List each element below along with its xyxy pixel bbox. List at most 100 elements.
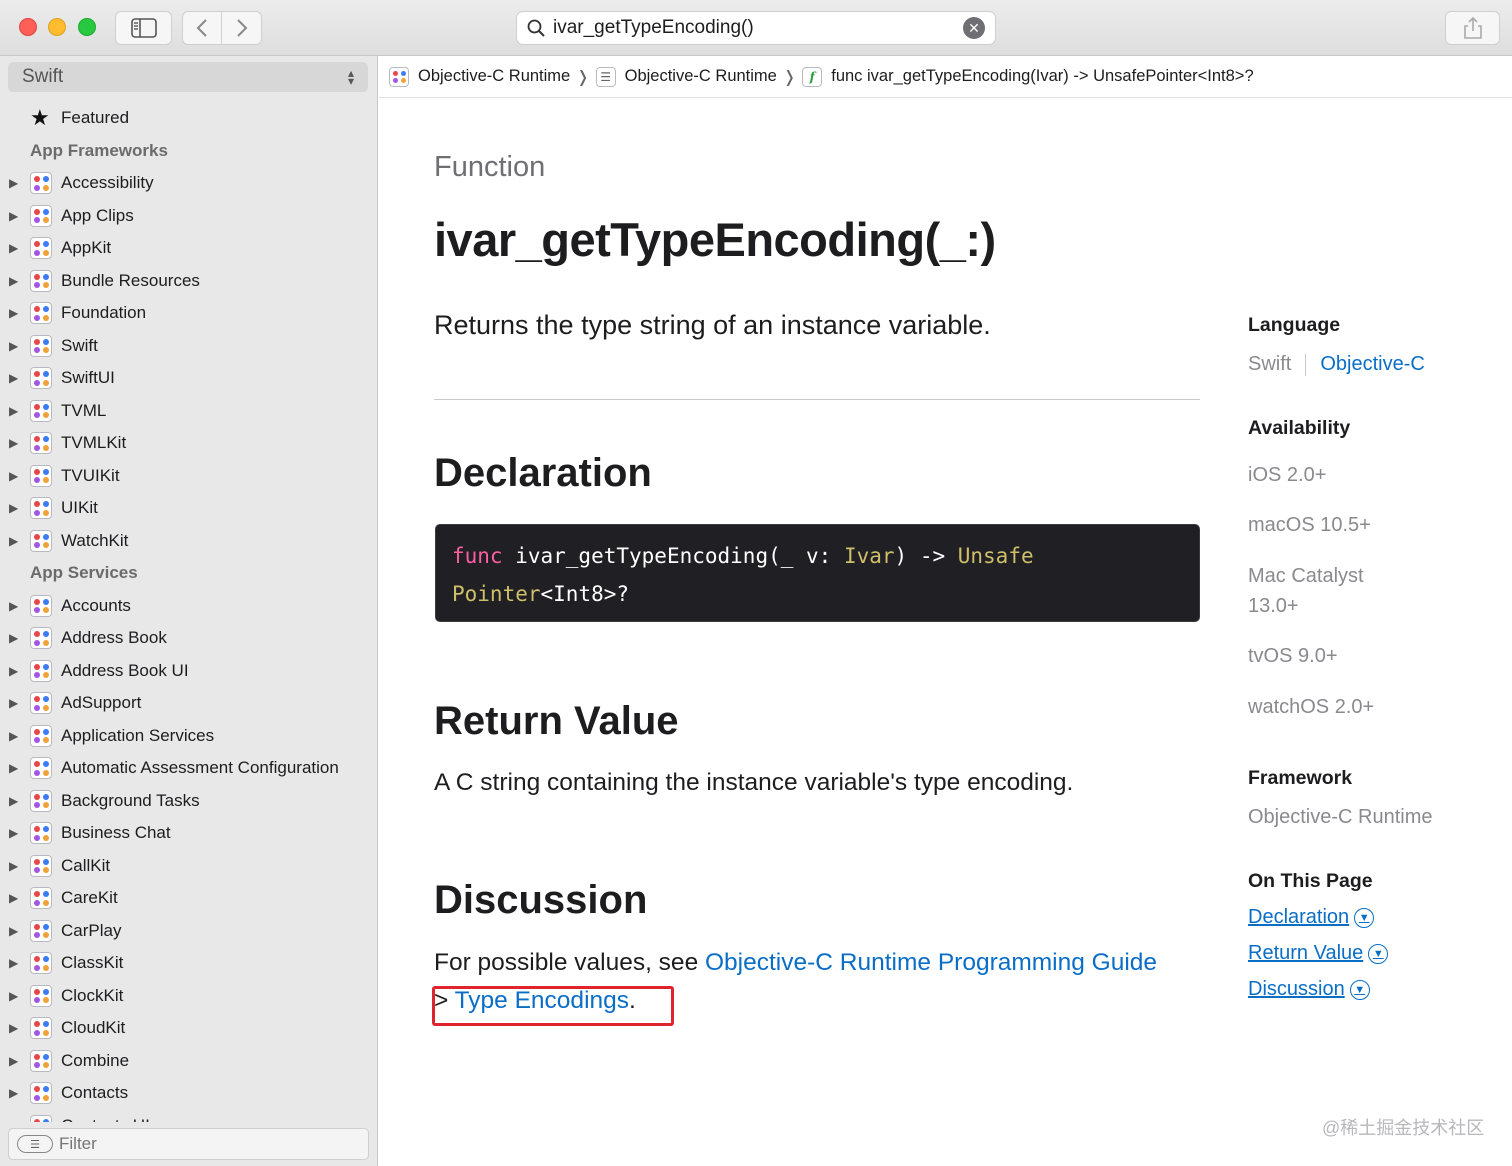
sidebar-section-header: App Frameworks xyxy=(30,140,168,160)
disclosure-triangle-icon[interactable]: ▶ xyxy=(9,1086,18,1100)
sidebar-item-watchkit[interactable]: ▶ WatchKit xyxy=(0,525,377,558)
sidebar-item-automatic-assessment-configuration[interactable]: ▶ Automatic Assessment Configuration xyxy=(0,752,377,785)
sidebar-item-label: Combine xyxy=(61,1050,130,1070)
close-window-button[interactable] xyxy=(19,18,37,36)
back-button[interactable] xyxy=(182,11,222,45)
sidebar-item-label: CallKit xyxy=(61,855,111,875)
share-icon xyxy=(1463,17,1482,39)
search-query[interactable]: ivar_getTypeEncoding() xyxy=(553,17,963,39)
sidebar-item-tvuikit[interactable]: ▶ TVUIKit xyxy=(0,460,377,493)
on-this-page-return-value[interactable]: Return Value ▼ xyxy=(1248,942,1389,965)
sidebar-item-bundle-resources[interactable]: ▶ Bundle Resources xyxy=(0,265,377,298)
sidebar-item-callkit[interactable]: ▶ CallKit xyxy=(0,850,377,883)
disclosure-triangle-icon[interactable]: ▶ xyxy=(9,241,18,255)
sidebar-item-address-book-ui[interactable]: ▶ Address Book UI xyxy=(0,655,377,688)
sidebar-item-label: Bundle Resources xyxy=(61,270,200,290)
on-this-page-discussion[interactable]: Discussion ▼ xyxy=(1248,978,1370,1001)
runtime-guide-link[interactable]: Objective-C Runtime Programming Guide xyxy=(705,949,1157,976)
framework-icon xyxy=(30,854,52,877)
disclosure-triangle-icon[interactable]: ▶ xyxy=(9,859,18,873)
sidebar-item-cloudkit[interactable]: ▶ CloudKit xyxy=(0,1012,377,1045)
framework-icon xyxy=(30,984,52,1007)
disclosure-triangle-icon[interactable]: ▶ xyxy=(9,436,18,450)
disclosure-triangle-icon[interactable]: ▶ xyxy=(9,924,18,938)
disclosure-triangle-icon[interactable]: ▶ xyxy=(9,501,18,515)
breadcrumb-item[interactable]: ☰ Objective-C Runtime xyxy=(595,66,777,87)
sidebar-item-appkit[interactable]: ▶ AppKit xyxy=(0,232,377,265)
breadcrumb-item[interactable]: Objective-C Runtime xyxy=(389,66,570,87)
sidebar-item-swiftui[interactable]: ▶ SwiftUI xyxy=(0,362,377,395)
sidebar-toggle-button[interactable] xyxy=(115,11,172,45)
sidebar-item-adsupport[interactable]: ▶ AdSupport xyxy=(0,687,377,720)
sidebar-item-swift[interactable]: ▶ Swift xyxy=(0,330,377,363)
sidebar-item-business-chat[interactable]: ▶ Business Chat xyxy=(0,817,377,850)
sidebar-item-contacts-ui[interactable]: ▶ Contacts UI xyxy=(0,1110,377,1122)
framework-icon xyxy=(30,172,52,195)
availability-catalyst-version: 13.0+ xyxy=(1248,595,1299,617)
disclosure-triangle-icon[interactable]: ▶ xyxy=(9,599,18,613)
disclosure-triangle-icon[interactable]: ▶ xyxy=(9,306,18,320)
disclosure-triangle-icon[interactable]: ▶ xyxy=(9,469,18,483)
disclosure-triangle-icon[interactable]: ▶ xyxy=(9,696,18,710)
sidebar-item-uikit[interactable]: ▶ UIKit xyxy=(0,492,377,525)
disclosure-triangle-icon[interactable]: ▶ xyxy=(9,956,18,970)
framework-icon xyxy=(30,464,52,487)
sidebar-item-application-services[interactable]: ▶ Application Services xyxy=(0,720,377,753)
sidebar-item-carplay[interactable]: ▶ CarPlay xyxy=(0,915,377,948)
sidebar-item-carekit[interactable]: ▶ CareKit xyxy=(0,882,377,915)
disclosure-triangle-icon[interactable]: ▶ xyxy=(9,404,18,418)
share-button[interactable] xyxy=(1445,11,1500,45)
filter-input[interactable] xyxy=(59,1134,359,1154)
code-return-type[interactable]: Unsafe xyxy=(958,544,1034,568)
framework-icon xyxy=(30,789,52,812)
language-selector[interactable]: Swift ▴ ▾ xyxy=(8,62,368,92)
forward-button[interactable] xyxy=(222,11,262,45)
sidebar-item-classkit[interactable]: ▶ ClassKit xyxy=(0,947,377,980)
code-param-type[interactable]: Ivar xyxy=(844,544,895,568)
filter-icon[interactable]: ☰ xyxy=(17,1135,53,1153)
sidebar-item-foundation[interactable]: ▶ Foundation xyxy=(0,297,377,330)
sidebar-item-background-tasks[interactable]: ▶ Background Tasks xyxy=(0,785,377,818)
language-objc-link[interactable]: Objective-C xyxy=(1320,353,1424,375)
breadcrumb-item[interactable]: f func ivar_getTypeEncoding(Ivar) -> Unsa… xyxy=(802,66,1254,87)
sidebar-item-tvml[interactable]: ▶ TVML xyxy=(0,395,377,428)
sidebar-item-contacts[interactable]: ▶ Contacts xyxy=(0,1077,377,1110)
sidebar-item-combine[interactable]: ▶ Combine xyxy=(0,1045,377,1078)
sidebar-section-header: App Services xyxy=(30,563,138,583)
sidebar-item-accessibility[interactable]: ▶ Accessibility xyxy=(0,167,377,200)
sidebar-item-label: Automatic Assessment Configuration xyxy=(61,758,339,778)
clear-search-icon[interactable]: ✕ xyxy=(963,17,985,39)
disclosure-triangle-icon[interactable]: ▶ xyxy=(9,534,18,548)
disclosure-triangle-icon[interactable]: ▶ xyxy=(9,664,18,678)
sidebar-item-featured[interactable]: ★ Featured xyxy=(0,102,377,135)
disclosure-triangle-icon[interactable]: ▶ xyxy=(9,339,18,353)
disclosure-triangle-icon[interactable]: ▶ xyxy=(9,1119,18,1122)
zoom-window-button[interactable] xyxy=(78,18,96,36)
disclosure-triangle-icon[interactable]: ▶ xyxy=(9,891,18,905)
on-this-page-declaration[interactable]: Declaration ▼ xyxy=(1248,906,1375,929)
sidebar-item-clockkit[interactable]: ▶ ClockKit xyxy=(0,980,377,1013)
code-return-type-cont[interactable]: Pointer xyxy=(452,582,541,606)
disclosure-triangle-icon[interactable]: ▶ xyxy=(9,209,18,223)
sidebar-item-tvmlkit[interactable]: ▶ TVMLKit xyxy=(0,427,377,460)
disclosure-triangle-icon[interactable]: ▶ xyxy=(9,794,18,808)
sidebar-item-app-clips[interactable]: ▶ App Clips xyxy=(0,200,377,233)
availability-catalyst: Mac Catalyst xyxy=(1248,565,1364,587)
search-field[interactable]: ivar_getTypeEncoding() ✕ xyxy=(516,11,996,45)
disclosure-triangle-icon[interactable]: ▶ xyxy=(9,826,18,840)
disclosure-triangle-icon[interactable]: ▶ xyxy=(9,729,18,743)
language-swift[interactable]: Swift xyxy=(1248,353,1291,375)
sidebar-item-accounts[interactable]: ▶ Accounts xyxy=(0,590,377,623)
disclosure-triangle-icon[interactable]: ▶ xyxy=(9,631,18,645)
disclosure-triangle-icon[interactable]: ▶ xyxy=(9,761,18,775)
disclosure-triangle-icon[interactable]: ▶ xyxy=(9,176,18,190)
disclosure-triangle-icon[interactable]: ▶ xyxy=(9,371,18,385)
disclosure-triangle-icon[interactable]: ▶ xyxy=(9,989,18,1003)
sidebar-item-label: CarPlay xyxy=(61,920,122,940)
disclosure-triangle-icon[interactable]: ▶ xyxy=(9,1054,18,1068)
disclosure-triangle-icon[interactable]: ▶ xyxy=(9,1021,18,1035)
framework-icon xyxy=(30,269,52,292)
minimize-window-button[interactable] xyxy=(48,18,66,36)
disclosure-triangle-icon[interactable]: ▶ xyxy=(9,274,18,288)
sidebar-item-address-book[interactable]: ▶ Address Book xyxy=(0,622,377,655)
